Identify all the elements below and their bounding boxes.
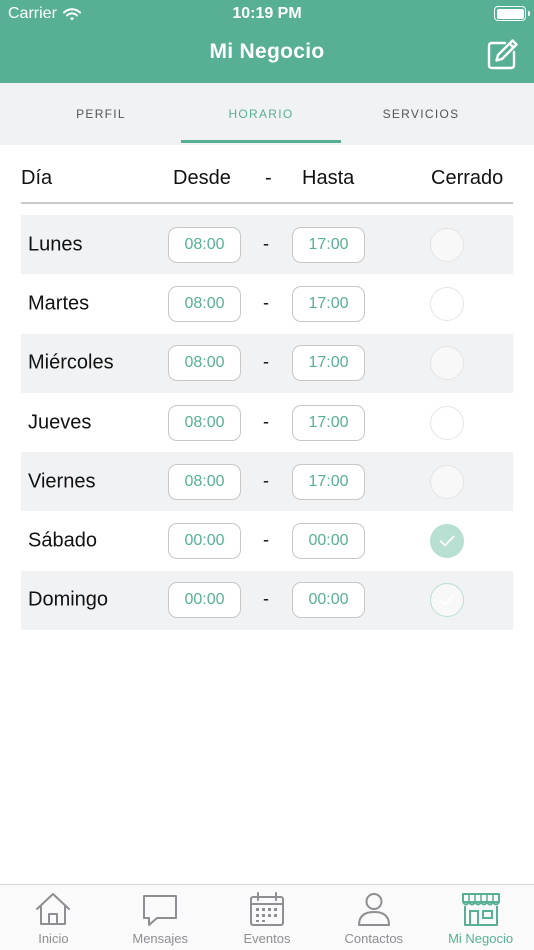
to-time-field[interactable]: 17:00: [292, 226, 365, 263]
to-time-field[interactable]: 17:00: [292, 463, 365, 500]
message-icon: [143, 895, 178, 926]
column-separator: -: [265, 167, 272, 189]
schedule-row-jueves: Jueves 08:00 - 17:00: [21, 393, 513, 452]
time-separator: -: [263, 588, 269, 609]
status-bar: Carrier 10:19 PM: [0, 0, 534, 28]
closed-checkbox-checked[interactable]: [430, 524, 464, 559]
time-separator: -: [263, 529, 269, 550]
from-time-field[interactable]: 00:00: [168, 582, 241, 619]
tabbar-label: Contactos: [344, 931, 404, 946]
to-time-field[interactable]: 17:00: [292, 404, 365, 441]
schedule-row-martes: Martes 08:00 - 17:00: [21, 274, 513, 333]
to-time-field[interactable]: 00:00: [292, 582, 365, 619]
from-time-field[interactable]: 08:00: [168, 226, 241, 263]
edit-icon[interactable]: [486, 37, 520, 71]
to-time-field[interactable]: 17:00: [292, 345, 365, 382]
header-divider: [21, 202, 513, 204]
active-tab-indicator: [181, 140, 341, 143]
day-label: Martes: [28, 292, 90, 315]
store-icon: [461, 893, 500, 926]
tabbar-label: Mensajes: [132, 931, 189, 946]
day-label: Miércoles: [28, 351, 114, 374]
checkmark-icon: [439, 595, 455, 606]
tabbar-item-mensajes[interactable]: Mensajes: [107, 885, 214, 950]
home-icon: [36, 893, 71, 925]
schedule-header: Día Desde - Hasta Cerrado: [21, 160, 513, 202]
checkmark-icon: [439, 535, 455, 547]
closed-checkbox[interactable]: [430, 405, 464, 440]
time-separator: -: [263, 470, 269, 491]
from-time-field[interactable]: 00:00: [168, 523, 241, 560]
closed-checkbox[interactable]: [430, 227, 464, 262]
time-separator: -: [263, 233, 269, 254]
tab-perfil[interactable]: PERFIL: [21, 83, 181, 145]
closed-checkbox[interactable]: [430, 286, 464, 321]
day-label: Viernes: [28, 470, 96, 493]
tabbar-item-contactos[interactable]: Contactos: [320, 885, 427, 950]
closed-checkbox-checked[interactable]: [430, 583, 464, 618]
column-to: Hasta: [302, 167, 355, 189]
schedule-row-domingo: Domingo 00:00 - 00:00: [21, 570, 513, 631]
schedule-row-lunes: Lunes 08:00 - 17:00: [21, 215, 513, 275]
day-label: Sábado: [28, 529, 97, 552]
status-time: 10:19 PM: [232, 5, 302, 22]
from-time-field[interactable]: 08:00: [168, 463, 241, 500]
calendar-icon: [249, 892, 284, 926]
to-time-field[interactable]: 00:00: [292, 523, 365, 560]
schedule-row-sabado: Sábado 00:00 - 00:00: [21, 511, 513, 570]
day-label: Lunes: [28, 233, 83, 256]
day-label: Jueves: [28, 411, 92, 434]
tabbar-label: Eventos: [243, 931, 291, 946]
closed-checkbox[interactable]: [430, 346, 464, 381]
schedule-list: Lunes 08:00 - 17:00 Martes 08:00 - 17:00…: [21, 215, 513, 631]
column-closed: Cerrado: [431, 167, 504, 189]
tabbar-item-mi-negocio[interactable]: Mi Negocio: [427, 885, 534, 950]
time-separator: -: [263, 351, 269, 372]
tabbar-label: Inicio: [38, 931, 69, 946]
from-time-field[interactable]: 08:00: [168, 345, 241, 382]
tabbar-item-inicio[interactable]: Inicio: [0, 885, 107, 950]
app-header: Carrier 10:19 PM Mi Negocio: [0, 0, 534, 83]
person-icon: [357, 893, 390, 926]
time-separator: -: [263, 292, 269, 313]
column-from: Desde: [173, 167, 231, 189]
schedule-row-miercoles: Miércoles 08:00 - 17:00: [21, 333, 513, 393]
battery-icon: [494, 6, 530, 21]
column-day: Día: [21, 167, 53, 189]
segment-tabs: PERFIL HORARIO SERVICIOS: [0, 83, 534, 145]
closed-checkbox[interactable]: [430, 464, 464, 499]
tabbar-label: Mi Negocio: [448, 931, 514, 946]
day-label: Domingo: [28, 588, 109, 611]
from-time-field[interactable]: 08:00: [168, 404, 241, 441]
to-time-field[interactable]: 17:00: [292, 285, 365, 322]
tab-servicios[interactable]: SERVICIOS: [341, 83, 501, 145]
tab-horario[interactable]: HORARIO: [181, 83, 341, 145]
tabbar-item-eventos[interactable]: Eventos: [214, 885, 321, 950]
time-separator: -: [263, 410, 269, 431]
bottom-tab-bar: Inicio Mensajes Eventos Contactos Mi Neg…: [0, 884, 534, 950]
from-time-field[interactable]: 08:00: [168, 285, 241, 322]
schedule-row-viernes: Viernes 08:00 - 17:00: [21, 452, 513, 512]
page-title: Mi Negocio: [209, 40, 325, 63]
